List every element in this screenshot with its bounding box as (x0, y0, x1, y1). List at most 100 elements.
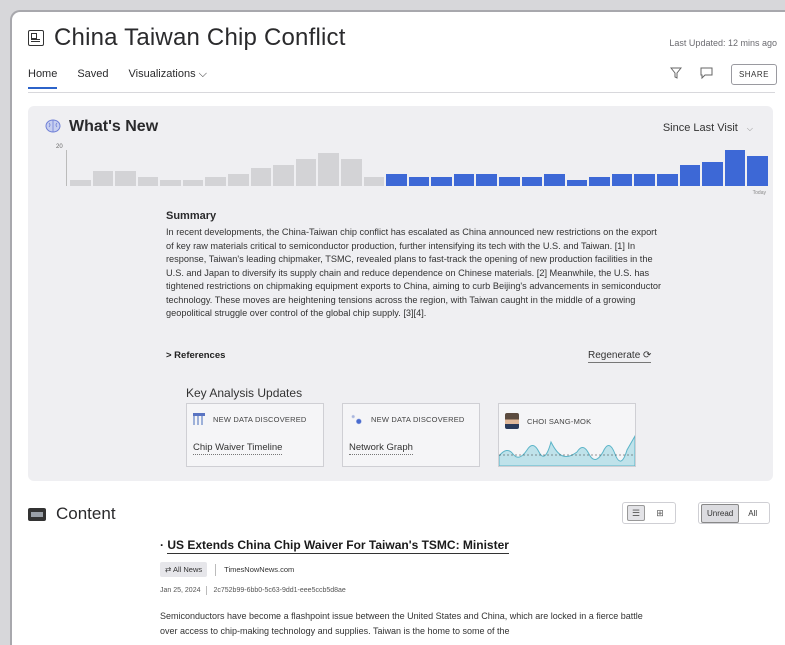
regenerate-label: Regenerate (588, 350, 641, 361)
tab-saved[interactable]: Saved (77, 68, 108, 89)
chart-bars (70, 150, 768, 186)
refresh-icon: ⟳ (643, 350, 652, 361)
last-updated-label: Last Updated: 12 mins ago (669, 38, 777, 48)
megaphone-icon: ⇄ (165, 565, 173, 574)
chart-bar (431, 177, 452, 186)
chart-bar (453, 174, 475, 186)
analysis-card-person[interactable]: CHOI SANG-MOK (498, 403, 636, 467)
chart-bar (476, 174, 497, 186)
chart-y-axis (66, 150, 67, 186)
chart-bar (634, 174, 656, 186)
chart-bar (340, 159, 362, 186)
chart-bar (160, 180, 181, 186)
key-analysis-title: Key Analysis Updates (186, 386, 303, 400)
whats-new-panel: What's New Since Last Visit ⌵ 20 Today S… (28, 106, 773, 481)
chart-bar (408, 177, 430, 186)
dashboard-icon (28, 30, 44, 46)
card-badge: NEW DATA DISCOVERED (213, 414, 307, 424)
title-row: China Taiwan Chip Conflict (28, 24, 346, 52)
timeline-icon (193, 413, 205, 425)
grid-view-icon[interactable]: ⊞ (651, 505, 669, 521)
chart-bar (228, 174, 249, 186)
card-link-network-graph[interactable]: Network Graph (349, 442, 413, 455)
avatar (505, 413, 519, 429)
analysis-card-network[interactable]: NEW DATA DISCOVERED Network Graph (342, 403, 480, 467)
card-header: NEW DATA DISCOVERED (193, 413, 307, 425)
app-window: China Taiwan Chip Conflict Last Updated:… (10, 10, 785, 645)
card-person-name: CHOI SANG-MOK (527, 416, 592, 426)
chart-y-tick: 20 (56, 144, 63, 150)
summary-section: Summary In recent developments, the Chin… (166, 210, 666, 321)
chart-bar (702, 162, 723, 186)
tabs-divider (28, 92, 775, 93)
summary-heading: Summary (166, 210, 217, 222)
all-button[interactable]: All (743, 505, 762, 522)
share-button[interactable]: SHARE (730, 64, 777, 85)
chart-bar (747, 156, 768, 186)
article-id: 2c752b99-6bb0-5c63-9dd1-eee5ccb5d8ae (213, 587, 346, 594)
chart-bar (657, 174, 678, 186)
chart-bar (250, 168, 272, 186)
filter-icon[interactable] (669, 67, 682, 82)
tab-visualizations[interactable]: Visualizations ⌵ (129, 68, 207, 89)
article-item: · US Extends China Chip Waiver For Taiwa… (160, 538, 650, 639)
article-meta: ⇄ All News TimesNowNews.com (160, 562, 650, 577)
divider (215, 563, 217, 576)
chart-bar (386, 174, 407, 186)
since-last-visit-dropdown[interactable]: Since Last Visit ⌵ (663, 122, 753, 134)
card-header: CHOI SANG-MOK (505, 413, 591, 429)
divider (206, 586, 208, 595)
chart-bar (318, 153, 339, 186)
news-type-badge[interactable]: ⇄ All News (160, 562, 208, 577)
view-toggle: ☰ ⊞ (622, 502, 676, 524)
chart-bar (137, 177, 159, 186)
chart-bar (498, 177, 520, 186)
tab-bar: Home Saved Visualizations ⌵ (28, 68, 207, 89)
chart-bar (205, 177, 227, 186)
chart-bar (521, 177, 543, 186)
chart-bar (544, 174, 565, 186)
unread-button[interactable]: Unread (701, 503, 740, 523)
chart-bar (566, 180, 588, 186)
tab-home[interactable]: Home (28, 68, 58, 89)
article-source[interactable]: TimesNowNews.com (224, 565, 294, 574)
content-header: Content (28, 504, 116, 524)
header-tools: SHARE (669, 64, 777, 85)
chart-today-label: Today (752, 190, 766, 196)
references-toggle[interactable]: > References (166, 350, 225, 361)
chart-bar (589, 177, 610, 186)
chart-bar (182, 180, 204, 186)
page-title: China Taiwan Chip Conflict (54, 24, 346, 51)
since-label: Since Last Visit (662, 122, 738, 134)
article-title-row[interactable]: · US Extends China Chip Waiver For Taiwa… (160, 538, 650, 554)
chart-bar (724, 150, 746, 186)
analysis-card-timeline[interactable]: NEW DATA DISCOVERED Chip Waiver Timeline (186, 403, 324, 467)
chart-bar (115, 171, 136, 186)
article-date: Jan 25, 2024 (160, 587, 201, 594)
brain-icon (45, 119, 61, 136)
summary-text: In recent developments, the China-Taiwan… (166, 227, 662, 318)
article-title[interactable]: US Extends China Chip Waiver For Taiwan'… (167, 538, 509, 554)
chart-bar (295, 159, 317, 186)
card-header: NEW DATA DISCOVERED (349, 413, 465, 425)
article-body: Semiconductors have become a flashpoint … (160, 611, 643, 636)
chart-bar (70, 180, 91, 186)
content-icon (28, 507, 46, 521)
read-filter-toggle: Unread All (698, 502, 770, 524)
news-type-label: All News (172, 565, 203, 574)
card-link-chip-waiver-timeline[interactable]: Chip Waiver Timeline (193, 442, 283, 455)
list-view-icon[interactable]: ☰ (627, 505, 645, 521)
sparkline-chart (499, 434, 635, 466)
network-graph-icon (349, 413, 363, 425)
regenerate-button[interactable]: Regenerate ⟳ (588, 350, 652, 363)
card-badge: NEW DATA DISCOVERED (371, 414, 465, 424)
chevron-down-icon: ⌵ (746, 124, 753, 133)
chart-bar (273, 165, 294, 186)
activity-chart: 20 Today (56, 144, 768, 196)
whats-new-heading: What's New (45, 118, 158, 136)
content-title: Content (56, 504, 116, 523)
comment-icon[interactable] (700, 67, 713, 82)
chart-bar (363, 177, 385, 186)
article-bullet: · (160, 538, 164, 552)
article-subinfo: Jan 25, 2024 2c752b99-6bb0-5c63-9dd1-eee… (160, 586, 650, 595)
